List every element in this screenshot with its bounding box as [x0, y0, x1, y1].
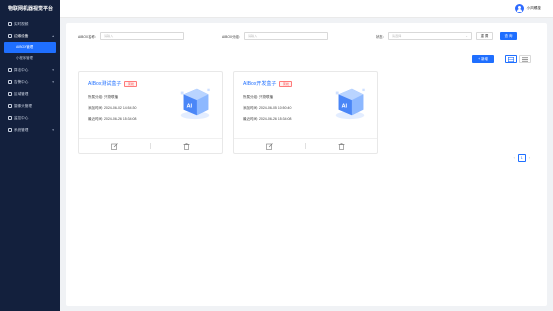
device-added-time: 添加时间: 2024-06-05 10:50:40	[243, 106, 292, 110]
sidebar-item-aibox-management[interactable]: AIBOX管理	[4, 42, 56, 53]
chevron-down-icon: ▾	[52, 80, 54, 84]
card-actions	[79, 138, 222, 153]
camera-icon	[8, 103, 12, 108]
video-icon	[8, 21, 12, 26]
sidebar-item-label: 告警中心	[14, 80, 29, 84]
area-icon	[8, 91, 12, 96]
edit-button[interactable]	[234, 139, 305, 153]
sidebar-item-label: AIBOX管理	[16, 45, 34, 49]
settings-icon	[8, 127, 12, 132]
app-title: 物联网机器视觉平台	[8, 6, 54, 12]
sidebar-item-camera-management[interactable]: 摄像头管理	[0, 100, 60, 112]
search-button[interactable]: 查 询	[500, 32, 517, 40]
sidebar-item-miniapp-management[interactable]: 小程序管理	[0, 53, 60, 64]
ai-box-illustration: AI	[180, 88, 210, 120]
device-group: 所属分组: 只物联播	[243, 95, 273, 99]
chevron-up-icon: ▴	[52, 34, 54, 38]
device-name[interactable]: AIBox测试盒子	[88, 80, 121, 87]
sidebar-item-edge-devices[interactable]: 边缘设备 ▴	[0, 30, 60, 42]
sidebar-item-label: 边缘设备	[14, 34, 29, 38]
trash-icon	[338, 142, 345, 150]
sidebar-item-realtime-video[interactable]: 实时视频	[0, 18, 60, 30]
delete-button[interactable]	[306, 139, 377, 153]
add-button[interactable]: + 新增	[472, 55, 494, 63]
top-bar: 小风螺旋	[60, 0, 553, 18]
sidebar-item-label: 实时视频	[14, 22, 29, 26]
grid-icon	[508, 56, 514, 62]
chevron-down-icon: ▾	[52, 128, 54, 132]
device-icon	[8, 33, 12, 38]
chevron-down-icon: ▾	[52, 68, 54, 72]
sidebar-item-monitor-center[interactable]: 监控中心	[0, 112, 60, 124]
user-menu[interactable]: 小风螺旋	[514, 4, 541, 13]
device-card[interactable]: AIBox测试盒子 离线 所属分组: 只物联播 添加时间: 2024-06-02…	[78, 71, 223, 154]
alarm-icon	[8, 79, 12, 84]
list-view-button[interactable]	[519, 55, 531, 63]
sidebar-item-alarm-center[interactable]: 告警中心 ▾	[0, 76, 60, 88]
edit-icon	[111, 142, 118, 150]
svg-text:AI: AI	[186, 104, 192, 110]
sidebar: 物联网机器视觉平台 实时视频 边缘设备 ▴ AIBOX管理 小程序管理 算法中心 ▾…	[0, 0, 60, 311]
pagination: ‹ 1 ›	[514, 154, 530, 162]
username: 小风螺旋	[526, 6, 541, 10]
grid-view-button[interactable]	[505, 55, 517, 63]
edit-icon	[266, 142, 273, 150]
monitor-icon	[8, 115, 12, 120]
list-icon	[522, 57, 528, 61]
sidebar-item-label: 小程序管理	[16, 56, 33, 60]
chevron-down-icon: ⌄	[465, 34, 468, 38]
sidebar-item-algorithm-center[interactable]: 算法中心 ▾	[0, 64, 60, 76]
device-name[interactable]: AIBox开发盒子	[243, 80, 276, 87]
device-group: 所属分组: 只物联播	[88, 95, 118, 99]
filter-status-label: 状态：	[376, 34, 386, 39]
sidebar-item-system-management[interactable]: 系统管理 ▾	[0, 124, 60, 136]
trash-icon	[183, 142, 190, 150]
sidebar-item-label: 系统管理	[14, 128, 29, 132]
main-panel: AIBOX名称： 请输入 AIBOX分组： 请输入 状态： 请选择 ⌄ 重 置 查…	[66, 23, 547, 306]
avatar	[514, 4, 524, 13]
status-badge: 离线	[279, 80, 293, 87]
page-1-button[interactable]: 1	[517, 154, 526, 162]
device-updated-time: 最近时间: 2024-06-26 15:34:08	[88, 117, 137, 121]
status-select[interactable]: 请选择 ⌄	[387, 32, 472, 40]
sidebar-item-label: 算法中心	[14, 68, 29, 72]
filter-status: 状态： 请选择 ⌄	[376, 32, 472, 40]
sidebar-item-label: 区域管理	[14, 92, 29, 96]
ai-box-illustration: AI	[335, 88, 365, 120]
delete-button[interactable]	[151, 139, 222, 153]
sidebar-item-label: 监控中心	[14, 116, 29, 120]
filter-name: AIBOX名称： 请输入	[78, 32, 184, 40]
reset-button[interactable]: 重 置	[476, 32, 493, 40]
name-input[interactable]: 请输入	[99, 32, 184, 40]
filter-group-label: AIBOX分组：	[222, 34, 242, 39]
device-updated-time: 最近时间: 2024-06-26 15:34:08	[243, 117, 292, 121]
filter-group: AIBOX分组： 请输入	[222, 32, 328, 40]
edit-button[interactable]	[79, 139, 150, 153]
filter-name-label: AIBOX名称：	[78, 34, 98, 39]
prev-page-button[interactable]: ‹	[514, 156, 515, 160]
card-actions	[234, 138, 377, 153]
next-page-button[interactable]: ›	[529, 156, 530, 160]
group-input[interactable]: 请输入	[243, 32, 328, 40]
device-added-time: 添加时间: 2024-06-02 14:54:30	[88, 106, 137, 110]
svg-text:AI: AI	[341, 104, 347, 110]
algorithm-icon	[8, 67, 12, 72]
status-badge: 离线	[124, 80, 138, 87]
device-card[interactable]: AIBox开发盒子 离线 所属分组: 只物联播 添加时间: 2024-06-05…	[233, 71, 378, 154]
sidebar-item-label: 摄像头管理	[14, 104, 32, 108]
sidebar-item-area-management[interactable]: 区域管理	[0, 88, 60, 100]
